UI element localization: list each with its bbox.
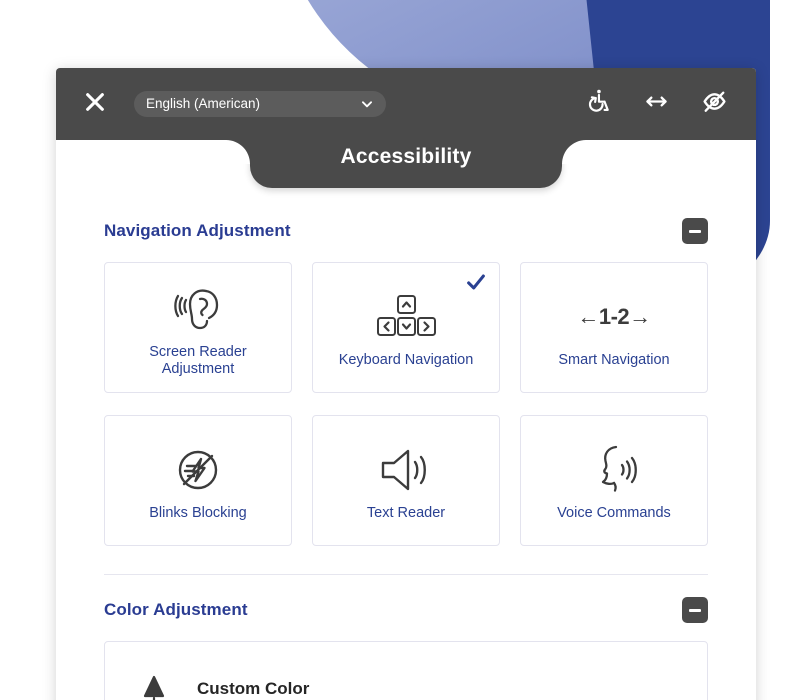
chevron-down-icon <box>360 97 374 111</box>
section-header-color: Color Adjustment <box>104 597 708 623</box>
tab-notch-left <box>226 140 250 164</box>
header-tools <box>582 88 734 120</box>
section-color-adjustment: Color Adjustment Custom Color <box>104 574 708 700</box>
collapse-button-color[interactable] <box>682 597 708 623</box>
navigation-card-grid: Screen Reader Adjustment Keyboard Naviga… <box>104 262 708 546</box>
arrow-keys-icon <box>375 286 437 348</box>
widget-header: English (American) <box>56 68 756 140</box>
widget-title-tab-wrap: Accessibility <box>56 140 756 188</box>
card-screen-reader-adjustment[interactable]: Screen Reader Adjustment <box>104 262 292 393</box>
card-label-keyboard-navigation: Keyboard Navigation <box>338 352 474 369</box>
card-voice-commands[interactable]: Voice Commands <box>520 415 708 546</box>
minus-icon <box>689 608 701 612</box>
color-brush-icon <box>139 674 169 700</box>
eye-off-icon <box>701 88 728 120</box>
hide-interface-button[interactable] <box>698 88 730 120</box>
move-widget-button[interactable] <box>640 88 672 120</box>
collapse-button-navigation[interactable] <box>682 218 708 244</box>
minus-icon <box>689 229 701 233</box>
card-text-reader[interactable]: Text Reader <box>312 415 500 546</box>
card-label-smart-navigation: Smart Navigation <box>558 352 670 369</box>
card-blinks-blocking[interactable]: Blinks Blocking <box>104 415 292 546</box>
section-header-navigation: Navigation Adjustment <box>104 218 708 244</box>
section-title-color: Color Adjustment <box>104 600 248 619</box>
card-label-line1: Screen Reader <box>149 343 247 360</box>
wheelchair-reset-icon <box>585 88 612 120</box>
page-title: Accessibility <box>340 145 472 168</box>
speaker-icon <box>377 439 435 501</box>
card-label-line2: Adjustment <box>161 360 235 377</box>
ear-sound-icon <box>170 278 226 340</box>
reset-accessibility-button[interactable] <box>582 88 614 120</box>
card-custom-color[interactable]: Custom Color <box>104 641 708 700</box>
widget-title-tab: Accessibility <box>250 140 562 188</box>
card-smart-navigation[interactable]: ←1-2→ Smart Navigation <box>520 262 708 393</box>
checkmark-icon <box>465 271 487 293</box>
screenshot-root: English (American) Accessibility Navigat… <box>0 0 800 700</box>
section-navigation-adjustment: Navigation Adjustment Screen Reader Adju… <box>104 188 708 546</box>
accessibility-widget-panel: English (American) Accessibility Navigat… <box>56 68 756 700</box>
speaking-face-icon <box>586 439 642 501</box>
card-label-screen-reader-adjustment: Screen Reader Adjustment <box>143 344 253 377</box>
card-keyboard-navigation[interactable]: Keyboard Navigation <box>312 262 500 393</box>
arrows-1-2-icon-text: ←1-2→ <box>577 304 651 330</box>
arrows-1-2-icon: ←1-2→ <box>577 286 651 348</box>
blink-blocked-icon <box>170 439 226 501</box>
language-select[interactable]: English (American) <box>134 91 386 117</box>
tab-notch-right <box>562 140 586 164</box>
close-x-icon <box>84 91 106 118</box>
card-label-text-reader: Text Reader <box>366 505 446 522</box>
horizontal-double-arrow-icon <box>643 88 670 120</box>
card-label-custom-color: Custom Color <box>197 679 310 698</box>
language-select-value: English (American) <box>146 97 261 111</box>
section-title-navigation: Navigation Adjustment <box>104 221 291 240</box>
close-button[interactable] <box>78 87 112 121</box>
card-label-blinks-blocking: Blinks Blocking <box>149 505 247 522</box>
card-label-voice-commands: Voice Commands <box>557 505 671 522</box>
widget-body: Navigation Adjustment Screen Reader Adju… <box>56 188 756 700</box>
